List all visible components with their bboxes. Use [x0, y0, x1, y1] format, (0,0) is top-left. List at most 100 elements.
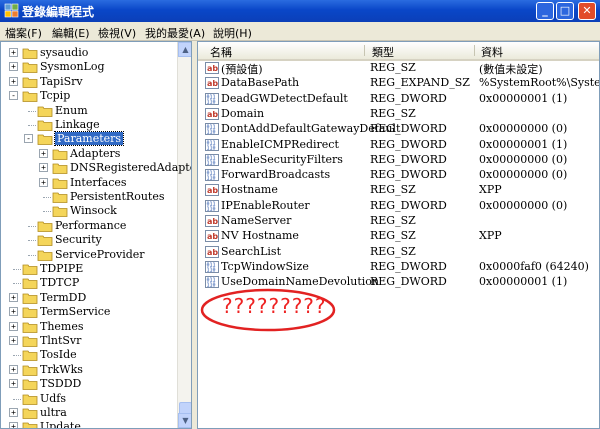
value-type: REG_SZ [370, 183, 416, 197]
column-type[interactable]: 類型 [372, 44, 394, 60]
tree-item[interactable]: TDPIPE [1, 262, 177, 276]
expand-icon[interactable]: + [39, 148, 48, 158]
expand-icon[interactable]: + [9, 48, 18, 57]
scroll-up-icon[interactable]: ▲ [178, 42, 191, 57]
column-name[interactable]: 名稱 [210, 44, 232, 60]
string-value-icon: ab [205, 230, 219, 243]
tree-item[interactable]: + TapiSrv [1, 75, 177, 89]
tree-item[interactable]: Linkage [1, 118, 177, 132]
expand-icon[interactable]: + [9, 76, 18, 86]
value-row[interactable]: ab DataBasePath REG_EXPAND_SZ %SystemRoot%\… [198, 76, 599, 91]
tree-connector [43, 211, 51, 213]
folder-icon [22, 278, 38, 290]
folder-icon [22, 394, 38, 405]
key-tree-pane[interactable]: ▲ ▼ + sysaudio + SysmonLog + TapiSrv - Tcpip Enu… [0, 41, 192, 429]
svg-text:ab: ab [207, 186, 218, 195]
value-row[interactable]: 011 110 IPEnableRouter REG_DWORD 0x00000000 … [198, 199, 599, 214]
value-row[interactable]: 011 110 EnableSecurityFilters REG_DWORD 0x00… [198, 152, 599, 168]
value-type: REG_SZ [370, 214, 416, 227]
value-row[interactable]: 011 110 DontAddDefaultGatewayDefault REG_DW… [198, 122, 599, 137]
values-pane[interactable]: 名稱 類型 資料 ab (預設值) REG_SZ (數值未設定) ab DataBaseP… [197, 41, 600, 429]
tree-item[interactable]: TDTCP [1, 276, 177, 290]
tree-item[interactable]: + DNSRegisteredAdapters [1, 161, 191, 175]
expand-icon[interactable]: + [9, 422, 18, 428]
value-row[interactable]: 011 110 TcpWindowSize REG_DWORD 0x0000faf0 (… [198, 259, 599, 275]
value-type: REG_DWORD [370, 259, 447, 273]
tree-scrollbar[interactable]: ▲ ▼ [177, 42, 191, 428]
menu-favorites[interactable]: 我的最愛(A) [145, 25, 205, 41]
folder-icon [52, 206, 68, 218]
expand-icon[interactable]: + [9, 408, 18, 417]
menu-help[interactable]: 說明(H) [213, 25, 252, 41]
value-row[interactable]: ab NameServer REG_SZ [198, 214, 599, 229]
expand-icon[interactable]: + [9, 364, 18, 374]
minimize-button[interactable]: _ [536, 2, 554, 20]
column-divider [474, 45, 475, 56]
expand-icon[interactable]: + [39, 163, 48, 173]
value-data: 0x00000001 (1) [479, 91, 568, 105]
expand-icon[interactable]: + [9, 379, 18, 389]
tree-connector [13, 269, 21, 270]
collapse-icon[interactable]: - [24, 134, 33, 144]
tree-item-label: PersistentRoutes [70, 190, 165, 203]
tree-item[interactable]: + TlntSvr [1, 334, 177, 348]
value-row[interactable]: ab NV Hostname REG_SZ XPP [198, 229, 599, 244]
value-row[interactable]: 011 110 DeadGWDetectDefault REG_DWORD 0x0000… [198, 91, 599, 107]
expand-icon[interactable]: + [9, 307, 18, 317]
expand-icon[interactable]: + [9, 292, 18, 302]
tree-item[interactable]: TosIde [1, 348, 177, 362]
tree-item[interactable]: Udfs [1, 392, 177, 406]
tree-item-label: Linkage [55, 118, 100, 131]
open-folder-icon [37, 134, 53, 146]
tree-item[interactable]: + sysaudio [1, 46, 177, 60]
tree-item[interactable]: + Interfaces [1, 176, 177, 190]
value-row[interactable]: ab Hostname REG_SZ XPP [198, 183, 599, 198]
value-row[interactable]: ab Domain REG_SZ [198, 107, 599, 122]
tree-item[interactable]: + TermService [1, 305, 177, 319]
maximize-button[interactable]: □ [556, 2, 574, 20]
tree-item[interactable]: + Update [1, 420, 177, 428]
tree-item[interactable]: + ultra [1, 406, 177, 420]
menu-view[interactable]: 檢視(V) [98, 25, 136, 41]
tree-item[interactable]: Enum [1, 104, 177, 118]
value-row[interactable]: 011 110 ForwardBroadcasts REG_DWORD 0x000000… [198, 168, 599, 183]
column-data[interactable]: 資料 [481, 44, 503, 60]
tree-item[interactable]: - Tcpip [1, 89, 177, 103]
tree-item[interactable]: Performance [1, 219, 177, 233]
tree-item[interactable]: - Parameters [1, 131, 177, 147]
folder-icon [22, 422, 38, 428]
tree-item[interactable]: + SysmonLog [1, 60, 177, 74]
title-bar[interactable]: 登錄編輯程式 _ □ ✕ [0, 0, 600, 22]
expand-icon[interactable]: + [39, 177, 48, 187]
tree-item[interactable]: + TermDD [1, 291, 177, 305]
collapse-icon[interactable]: - [9, 91, 18, 101]
tree-item[interactable]: Security [1, 233, 177, 247]
string-value-icon: ab [205, 77, 219, 90]
value-row[interactable]: ab (預設值) REG_SZ (數值未設定) [198, 61, 599, 76]
tree-item[interactable]: + Themes [1, 320, 177, 334]
scroll-down-icon[interactable]: ▼ [178, 413, 191, 428]
value-name: DeadGWDetectDefault [221, 91, 348, 105]
value-row[interactable]: ab SearchList REG_SZ [198, 244, 599, 260]
folder-icon [52, 163, 68, 175]
value-row[interactable]: 011 110 EnableICMPRedirect REG_DWORD 0x00000… [198, 138, 599, 153]
expand-icon[interactable]: + [9, 321, 18, 331]
tree-item[interactable]: + TSDDD [1, 377, 177, 391]
folder-icon [37, 120, 53, 131]
tree-item[interactable]: Winsock [1, 204, 177, 218]
value-data: 0x00000000 (0) [479, 152, 568, 166]
tree-item-label: Udfs [40, 391, 67, 405]
menu-file[interactable]: 檔案(F) [5, 25, 42, 41]
value-name: SearchList [221, 244, 281, 258]
close-button[interactable]: ✕ [578, 2, 596, 20]
tree-item[interactable]: PersistentRoutes [1, 190, 177, 204]
folder-icon [22, 48, 38, 59]
expand-icon[interactable]: + [9, 62, 18, 72]
folder-icon [22, 307, 38, 319]
tree-item[interactable]: + Adapters [1, 147, 177, 161]
menu-edit[interactable]: 編輯(E) [52, 25, 90, 41]
tree-item[interactable]: + TrkWks [1, 363, 177, 377]
value-type: REG_SZ [370, 61, 416, 74]
tree-item[interactable]: ServiceProvider [1, 248, 177, 262]
expand-icon[interactable]: + [9, 336, 18, 345]
